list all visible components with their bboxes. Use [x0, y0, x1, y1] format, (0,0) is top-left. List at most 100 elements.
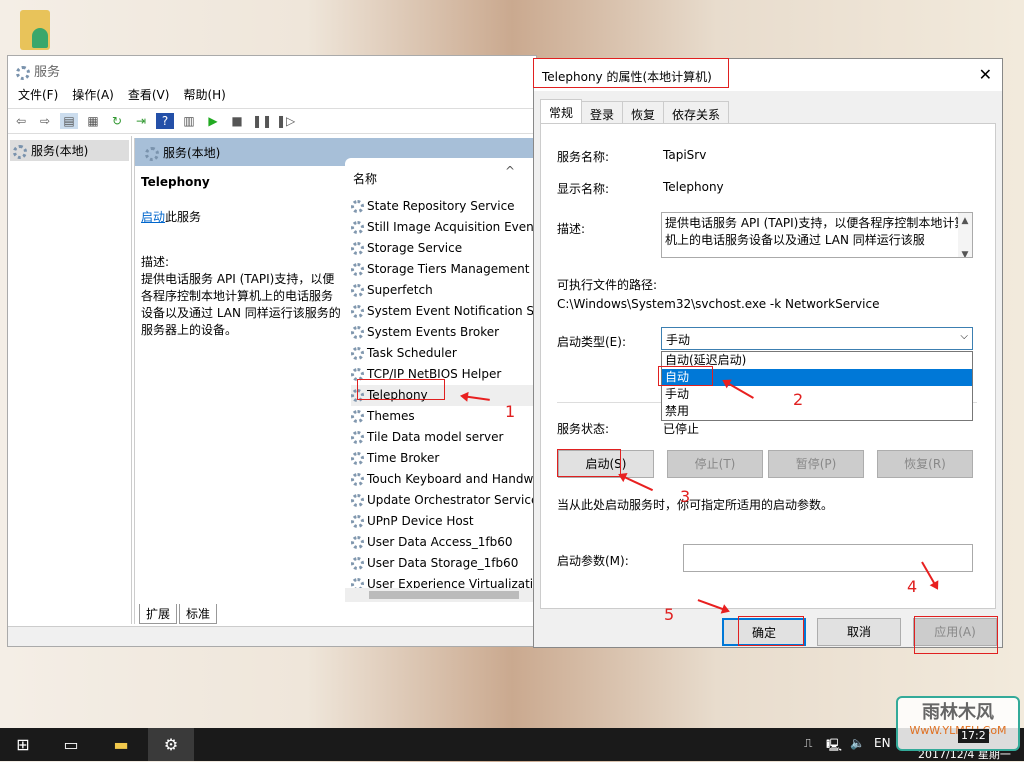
service-name: Superfetch	[367, 283, 433, 297]
file-explorer-icon[interactable]: ▬	[98, 728, 144, 761]
service-name: System Events Broker	[367, 325, 500, 339]
display-name-value: Telephony	[663, 180, 724, 194]
stop-button[interactable]: 停止(T)	[667, 450, 763, 478]
service-name: System Event Notification Service	[367, 304, 541, 318]
start-service-link[interactable]: 启动	[141, 210, 165, 224]
services-window: 服务 文件(F) 操作(A) 查看(V) 帮助(H) ⇦ ⇨ ▤ ▦ ↻ ⇥ ?…	[7, 55, 541, 647]
general-panel: 服务名称: TapiSrv 显示名称: Telephony 描述: 提供电话服务…	[540, 123, 996, 609]
menu-action[interactable]: 操作(A)	[72, 86, 114, 106]
annotation-box-apply	[914, 616, 998, 654]
refresh-icon[interactable]: ↻	[108, 113, 126, 129]
service-row[interactable]: Task Scheduler	[351, 343, 541, 364]
service-row[interactable]: User Data Access_1fb60	[351, 532, 541, 553]
play-icon[interactable]: ▶	[204, 113, 222, 129]
annotation-box-telephony	[357, 379, 445, 400]
start-windows-icon[interactable]: ⊞	[0, 728, 46, 761]
scrollbar-thumb[interactable]	[369, 591, 519, 599]
start-params-input[interactable]	[683, 544, 973, 572]
service-row[interactable]: Storage Tiers Management	[351, 259, 541, 280]
task-view-icon[interactable]: ▭	[48, 728, 94, 761]
view-tabs: 扩展 标准	[139, 604, 218, 624]
menu-help[interactable]: 帮助(H)	[183, 86, 225, 106]
service-row[interactable]: Superfetch	[351, 280, 541, 301]
forward-icon[interactable]: ⇨	[36, 113, 54, 129]
chevron-down-icon: ⌵	[960, 331, 968, 342]
service-row[interactable]: Update Orchestrator Service	[351, 490, 541, 511]
usb-icon[interactable]: ⎍	[804, 736, 812, 751]
option-manual[interactable]: 手动	[662, 386, 972, 403]
view-icon[interactable]: ▥	[180, 113, 198, 129]
gear-icon	[351, 431, 364, 444]
services-pane: 服务(本地) Telephony 启动此服务 描述: 提供电话服务 API (T…	[134, 138, 541, 624]
option-disabled[interactable]: 禁用	[662, 403, 972, 420]
service-status-label: 服务状态:	[557, 422, 610, 436]
service-name: Touch Keyboard and Handwriting	[367, 472, 541, 486]
service-name: Time Broker	[367, 451, 440, 465]
services-taskbar-gear-icon[interactable]: ⚙	[148, 728, 194, 761]
cancel-button[interactable]: 取消	[817, 618, 901, 646]
horizontal-scrollbar[interactable]	[345, 588, 541, 602]
service-name: UPnP Device Host	[367, 514, 474, 528]
tab-standard[interactable]: 标准	[179, 604, 218, 624]
service-row[interactable]: Tile Data model server	[351, 427, 541, 448]
service-row[interactable]: System Event Notification Service	[351, 301, 541, 322]
show-hide-tree-icon[interactable]: ▤	[60, 113, 78, 129]
gear-icon	[351, 242, 364, 255]
gear-icon	[351, 305, 364, 318]
volume-icon[interactable]: 🔈	[850, 736, 865, 750]
service-name: Still Image Acquisition Events	[367, 220, 541, 234]
annotation-5: 5	[664, 605, 675, 624]
service-name: User Data Storage_1fb60	[367, 556, 519, 570]
gear-icon	[13, 144, 27, 159]
nav-item-services-local[interactable]: 服务(本地)	[10, 140, 129, 161]
service-row[interactable]: Touch Keyboard and Handwriting	[351, 469, 541, 490]
clock-time[interactable]: 17:2	[958, 729, 989, 743]
pause-icon[interactable]: ❚❚	[252, 113, 272, 129]
start-params-hint: 当从此处启动服务时，你可指定所适用的启动参数。	[557, 498, 834, 512]
help-icon[interactable]: ?	[156, 113, 174, 129]
pause-button[interactable]: 暂停(P)	[768, 450, 864, 478]
network-icon[interactable]: 🖳	[826, 736, 842, 757]
description-scrollbar[interactable]: ▲ ▼	[958, 213, 972, 257]
description-textbox[interactable]: 提供电话服务 API (TAPI)支持，以便各程序控制本地计算机上的电话服务设备…	[661, 212, 973, 258]
service-row[interactable]: Still Image Acquisition Events	[351, 217, 541, 238]
gear-icon	[351, 515, 364, 528]
annotation-box-auto	[658, 366, 713, 386]
gear-icon	[351, 326, 364, 339]
service-name: Tile Data model server	[367, 430, 504, 444]
export-icon[interactable]: ⇥	[132, 113, 150, 129]
gear-icon	[351, 284, 364, 297]
service-row[interactable]: Time Broker	[351, 448, 541, 469]
gear-icon	[351, 557, 364, 570]
start-params-label: 启动参数(M):	[557, 554, 629, 568]
stop-icon[interactable]: ■	[228, 113, 246, 129]
close-icon[interactable]: ✕	[979, 65, 992, 84]
service-row[interactable]: Storage Service	[351, 238, 541, 259]
menu-view[interactable]: 查看(V)	[128, 86, 170, 106]
tab-extended[interactable]: 扩展	[139, 604, 178, 624]
resume-icon[interactable]: ❚▷	[276, 113, 295, 129]
service-name: Update Orchestrator Service	[367, 493, 539, 507]
menu-file[interactable]: 文件(F)	[18, 86, 58, 106]
annotation-2: 2	[793, 390, 804, 409]
properties-icon[interactable]: ▦	[84, 113, 102, 129]
service-row[interactable]: State Repository Service	[351, 196, 541, 217]
language-indicator[interactable]: EN	[874, 736, 891, 750]
service-row[interactable]: UPnP Device Host	[351, 511, 541, 532]
desktop-user-folder-icon[interactable]	[20, 10, 50, 50]
toolbar: ⇦ ⇨ ▤ ▦ ↻ ⇥ ? ▥ ▶ ■ ❚❚ ❚▷	[8, 108, 536, 134]
startup-type-select[interactable]: 手动 ⌵	[661, 327, 973, 350]
gear-icon	[351, 263, 364, 276]
gear-icon	[351, 536, 364, 549]
display-name-label: 显示名称:	[557, 182, 610, 196]
service-row[interactable]: User Data Storage_1fb60	[351, 553, 541, 574]
properties-dialog: Telephony 的属性(本地计算机) ✕ 常规 登录 恢复 依存关系 服务名…	[533, 58, 1003, 648]
service-row[interactable]: System Events Broker	[351, 322, 541, 343]
navigation-tree: 服务(本地)	[8, 136, 132, 624]
annotation-1: 1	[505, 402, 516, 421]
resume-button[interactable]: 恢复(R)	[877, 450, 973, 478]
back-icon[interactable]: ⇦	[12, 113, 30, 129]
annotation-box-title	[533, 58, 729, 88]
menu-bar: 文件(F) 操作(A) 查看(V) 帮助(H)	[8, 86, 536, 106]
column-header-name[interactable]: 名称	[353, 170, 377, 187]
